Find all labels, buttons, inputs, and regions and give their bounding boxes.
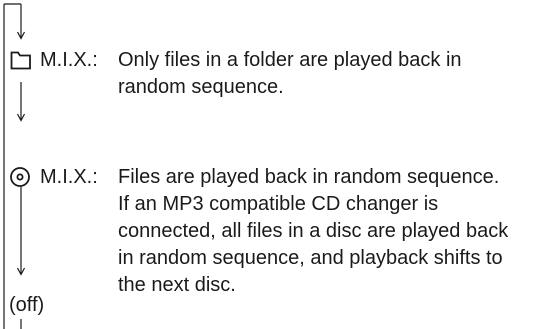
folder-icon (10, 51, 31, 70)
mix-mode-flow-diagram: M.I.X.: Only files in a folder are playe… (0, 0, 538, 329)
off-label: (off) (9, 294, 45, 316)
disc-mix-description-line-5: the next disc. (118, 274, 236, 296)
disc-mix-description-line-1: Files are played back in random sequence… (118, 166, 500, 188)
disc-mix-description-line-3: connected, all files in a disc are playe… (118, 220, 509, 242)
folder-mix-description-line-2: random sequence. (118, 76, 284, 98)
folder-mix-label: M.I.X.: (40, 49, 98, 71)
folder-mix-description-line-1: Only files in a folder are played back i… (118, 49, 462, 71)
disc-mix-label: M.I.X.: (40, 166, 98, 188)
disc-icon (10, 167, 30, 187)
disc-mix-description-line-4: in random sequence, and playback shifts … (118, 247, 503, 269)
disc-mix-description-line-2: If an MP3 compatible CD changer is (118, 193, 439, 215)
